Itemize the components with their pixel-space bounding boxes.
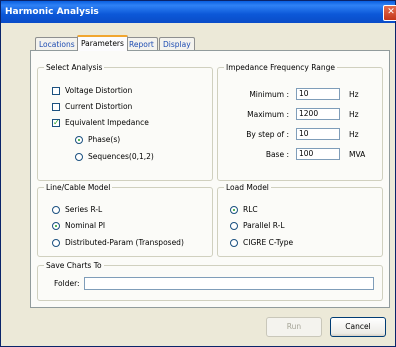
sequences-radio[interactable]: Sequences(0,1,2) <box>75 152 154 161</box>
cancel-button[interactable]: Cancel <box>330 317 386 337</box>
title-bar[interactable]: Harmonic Analysis ✕ <box>1 1 396 23</box>
line-cable-model-group: Line/Cable Model Series R-L Nominal PI D… <box>37 183 213 257</box>
rlc-label: RLC <box>243 205 258 214</box>
minimum-input[interactable]: 10 <box>296 88 340 100</box>
save-charts-title: Save Charts To <box>44 261 104 270</box>
folder-input[interactable] <box>84 277 374 290</box>
step-label: By step of : <box>246 130 289 139</box>
checkbox-box[interactable] <box>52 86 60 95</box>
sequences-label: Sequences(0,1,2) <box>88 152 154 161</box>
step-unit: Hz <box>349 130 359 139</box>
maximum-unit: Hz <box>349 110 359 119</box>
radio-dot[interactable] <box>230 238 238 247</box>
voltage-distortion-checkbox[interactable]: Voltage Distortion <box>52 86 132 95</box>
step-input[interactable]: 10 <box>296 128 340 140</box>
tab-locations[interactable]: Locations <box>35 37 79 50</box>
base-unit: MVA <box>349 150 366 159</box>
radio-dot[interactable] <box>75 135 83 144</box>
phases-radio[interactable]: Phase(s) <box>75 135 120 144</box>
nominal-pi-label: Nominal PI <box>65 221 106 230</box>
rlc-radio[interactable]: RLC <box>230 205 258 214</box>
radio-dot[interactable] <box>52 221 60 230</box>
radio-dot[interactable] <box>75 152 83 161</box>
minimum-unit: Hz <box>349 90 359 99</box>
parameters-panel: Select Analysis Voltage Distortion Curre… <box>30 50 390 308</box>
maximum-label: Maximum : <box>247 110 289 119</box>
equivalent-impedance-checkbox[interactable]: ✓ Equivalent Impedance <box>52 118 149 127</box>
radio-dot[interactable] <box>230 221 238 230</box>
close-icon[interactable]: ✕ <box>383 5 396 21</box>
load-model-title: Load Model <box>224 183 271 192</box>
series-rl-radio[interactable]: Series R-L <box>52 205 102 214</box>
impedance-range-title: Impedance Frequency Range <box>224 63 338 72</box>
select-analysis-title: Select Analysis <box>44 63 105 72</box>
load-model-group: Load Model RLC Parallel R-L CIGRE C-Type <box>217 183 383 257</box>
checkbox-box[interactable] <box>52 102 60 111</box>
minimum-label: Minimum : <box>249 90 289 99</box>
tab-parameters[interactable]: Parameters <box>77 35 128 51</box>
cigre-c-type-label: CIGRE C-Type <box>243 238 294 247</box>
series-rl-label: Series R-L <box>65 205 103 214</box>
tab-display[interactable]: Display <box>159 37 195 50</box>
equivalent-impedance-label: Equivalent Impedance <box>65 118 149 127</box>
base-label: Base : <box>265 150 289 159</box>
cigre-c-type-radio[interactable]: CIGRE C-Type <box>230 238 293 247</box>
nominal-pi-radio[interactable]: Nominal PI <box>52 221 105 230</box>
distributed-param-label: Distributed-Param (Transposed) <box>65 238 184 247</box>
harmonic-analysis-dialog: Harmonic Analysis ✕ Locations Parameters… <box>0 0 396 347</box>
check-mark-icon[interactable]: ✓ <box>52 118 60 127</box>
current-distortion-checkbox[interactable]: Current Distortion <box>52 102 132 111</box>
base-input[interactable]: 100 <box>296 148 340 160</box>
run-button[interactable]: Run <box>266 317 322 337</box>
distributed-param-radio[interactable]: Distributed-Param (Transposed) <box>52 238 184 247</box>
radio-dot[interactable] <box>52 238 60 247</box>
select-analysis-group: Select Analysis Voltage Distortion Curre… <box>37 63 213 181</box>
save-charts-group: Save Charts To Folder: <box>37 261 383 301</box>
line-cable-model-title: Line/Cable Model <box>44 183 113 192</box>
parallel-rl-label: Parallel R-L <box>243 221 285 230</box>
radio-dot[interactable] <box>52 205 60 214</box>
parallel-rl-radio[interactable]: Parallel R-L <box>230 221 285 230</box>
maximum-input[interactable]: 1200 <box>296 108 340 120</box>
voltage-distortion-label: Voltage Distortion <box>65 86 133 95</box>
tab-report[interactable]: Report <box>125 37 158 50</box>
phases-label: Phase(s) <box>88 135 121 144</box>
current-distortion-label: Current Distortion <box>65 102 133 111</box>
impedance-frequency-range-group: Impedance Frequency Range Minimum : 10 H… <box>217 63 383 181</box>
folder-label: Folder: <box>54 279 80 288</box>
radio-dot[interactable] <box>230 205 238 214</box>
window-title: Harmonic Analysis <box>5 7 99 17</box>
